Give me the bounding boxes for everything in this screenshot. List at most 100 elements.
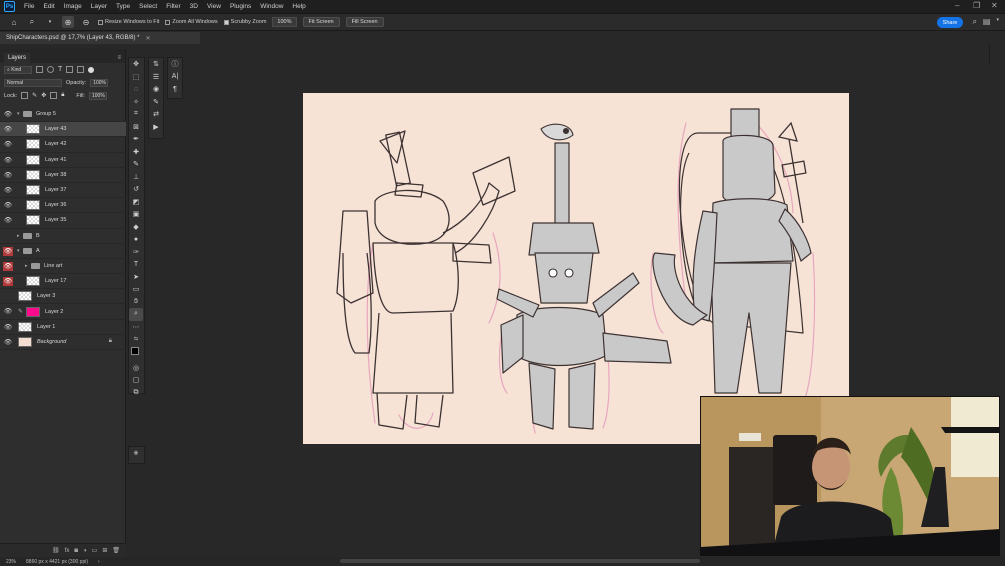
more-tools-icon[interactable]: ⋯ [129, 321, 143, 334]
lock-position-icon[interactable]: ✥ [41, 92, 46, 99]
menu-layer[interactable]: Layer [91, 3, 107, 10]
status-chevron-icon[interactable]: › [98, 559, 100, 565]
menu-edit[interactable]: Edit [43, 3, 54, 10]
zoom-all-windows-checkbox[interactable]: Zoom All Windows [165, 19, 218, 25]
workspace-icon[interactable]: ▤ [983, 17, 991, 27]
foreground-color-swatch[interactable] [131, 346, 139, 355]
menu-select[interactable]: Select [139, 3, 157, 10]
fill-screen-button[interactable]: Fill Screen [345, 17, 384, 27]
layer-row[interactable]: 👁︎ Layer 43 [0, 122, 126, 138]
paragraph-icon[interactable]: ¶ [168, 83, 182, 96]
chevron-right-icon[interactable]: ▸ [25, 263, 28, 269]
layer-row[interactable]: 👁︎ Background 🔒︎ [0, 335, 126, 350]
opacity-field[interactable]: 100% [90, 78, 109, 87]
visibility-eye-icon[interactable]: 👁︎ [3, 246, 13, 256]
layer-row[interactable]: 👁︎ ▸ Line art [0, 259, 126, 275]
character-icon[interactable]: A| [168, 71, 182, 84]
minimize-icon[interactable]: – [955, 2, 963, 10]
layer-row[interactable]: 👁︎ Layer 36 [0, 198, 126, 214]
screen-mode-icon[interactable]: ▢ [129, 374, 143, 387]
visibility-eye-icon[interactable]: 👁︎ [3, 338, 13, 347]
zoom-tool-icon[interactable]: ⌕ [129, 308, 143, 321]
fill-field[interactable]: 100% [88, 91, 107, 100]
layers-tab[interactable]: Layers [4, 53, 31, 63]
color-swatches[interactable] [129, 346, 144, 362]
zoom-out-icon[interactable]: ⊖ [80, 16, 92, 28]
menu-plugins[interactable]: Plugins [230, 3, 251, 10]
chevron-right-icon[interactable]: ▸ [17, 233, 20, 239]
lock-artboard-icon[interactable] [50, 92, 58, 99]
visibility-eye-icon[interactable]: 👁︎ [3, 201, 13, 210]
menu-help[interactable]: Help [292, 3, 305, 10]
close-icon[interactable]: ✕ [991, 2, 999, 10]
zoom-level[interactable]: 23% [6, 559, 16, 565]
timeline-icon[interactable]: ⧺ [129, 447, 143, 460]
visibility-eye-icon[interactable]: 👁︎ [3, 216, 13, 225]
new-layer-icon[interactable]: ⊞ [102, 547, 107, 554]
type-tool-icon[interactable]: T [129, 258, 143, 271]
gradient-icon[interactable]: ▣ [129, 208, 143, 221]
lock-transparent-icon[interactable] [21, 92, 29, 99]
quick-mask-icon[interactable]: ◎ [129, 362, 143, 375]
layer-row[interactable]: 👁︎ Layer 37 [0, 183, 126, 199]
visibility-eye-icon[interactable]: 👁︎ [3, 125, 13, 134]
crop-tool-icon[interactable]: ⌗ [129, 108, 143, 121]
trash-icon[interactable]: 🗑︎ [112, 547, 120, 554]
menu-image[interactable]: Image [64, 3, 82, 10]
tool-preset-chevron-icon[interactable]: ▾ [44, 16, 56, 28]
menu-3d[interactable]: 3D [190, 3, 198, 10]
filter-pixel-icon[interactable] [36, 66, 43, 73]
filter-kind-select[interactable]: ⌕ Kind [4, 65, 32, 74]
zoom-in-icon[interactable]: ⊕ [62, 16, 74, 28]
move-tool-icon[interactable]: ✥ [129, 58, 143, 71]
pen-tool-icon[interactable]: ✑ [129, 246, 143, 259]
magic-wand-icon[interactable]: ✧ [129, 96, 143, 109]
chevron-down-icon[interactable]: ▾ [17, 248, 20, 254]
layers-comp-icon[interactable]: ◉ [149, 83, 163, 96]
layer-row[interactable]: Layer 3 [0, 289, 126, 305]
blur-tool-icon[interactable]: ◆ [129, 221, 143, 234]
brush-tool-icon[interactable]: ✎ [129, 158, 143, 171]
menu-type[interactable]: Type [116, 3, 130, 10]
visibility-eye-icon[interactable]: 👁︎ [3, 171, 13, 180]
frame-tool-icon[interactable]: ⊠ [129, 121, 143, 134]
panel-menu-icon[interactable]: ≡ [117, 55, 121, 61]
marquee-tool-icon[interactable]: ⬚ [129, 71, 143, 84]
brush-settings-icon[interactable]: ⇅ [149, 58, 163, 71]
zoom-tool-icon[interactable]: ⌕ [26, 16, 38, 28]
visibility-eye-icon[interactable]: 👁︎ [3, 140, 13, 149]
adjustment-layer-icon[interactable]: ◑ [83, 548, 87, 554]
menu-view[interactable]: View [207, 3, 221, 10]
lock-image-icon[interactable]: ✎ [32, 92, 37, 99]
layer-row[interactable]: 👁︎ ▾ A [0, 244, 126, 259]
visibility-eye-icon[interactable]: 👁︎ [3, 186, 13, 195]
menu-filter[interactable]: Filter [166, 3, 180, 10]
menu-file[interactable]: File [24, 3, 34, 10]
brushes-icon[interactable]: ✎ [149, 96, 163, 109]
eraser-icon[interactable]: ◩ [129, 196, 143, 209]
swap-colors-icon[interactable]: ⇆ [129, 333, 143, 346]
layer-row[interactable]: 👁︎ ▾ Group 5 [0, 107, 126, 123]
layer-row[interactable]: 👁︎ Layer 42 [0, 137, 126, 153]
visibility-eye-icon[interactable]: 👁︎ [3, 307, 13, 316]
menu-window[interactable]: Window [260, 3, 283, 10]
filter-type-icon[interactable]: T [58, 66, 62, 73]
link-layers-icon[interactable]: ⛓︎ [52, 547, 60, 554]
path-selection-icon[interactable]: ➤ [129, 271, 143, 284]
visibility-eye-icon[interactable]: 👁︎ [3, 261, 13, 271]
layer-row[interactable]: 👁︎ ✎ Layer 2 [0, 304, 126, 320]
visibility-eye-icon[interactable]: 👁︎ [3, 156, 13, 165]
zoom-percent-field[interactable]: 100% [272, 17, 297, 27]
layer-row[interactable]: 👁︎ Layer 38 [0, 168, 126, 183]
filter-smart-object-icon[interactable] [77, 66, 85, 73]
search-icon[interactable]: ⌕ [972, 17, 976, 27]
info-icon[interactable]: ⓘ [168, 58, 182, 71]
lock-all-icon[interactable]: 🔒︎ [61, 92, 64, 99]
visibility-eye-icon[interactable]: 👁︎ [3, 277, 13, 287]
horizontal-scrollbar[interactable] [340, 559, 700, 563]
dodge-tool-icon[interactable]: ● [129, 233, 143, 246]
chevron-down-icon[interactable]: ▾ [17, 111, 20, 117]
visibility-eye-icon[interactable]: 👁︎ [3, 323, 13, 332]
rectangle-tool-icon[interactable]: ▭ [129, 283, 143, 296]
clone-stamp-icon[interactable]: ⊥ [129, 171, 143, 184]
